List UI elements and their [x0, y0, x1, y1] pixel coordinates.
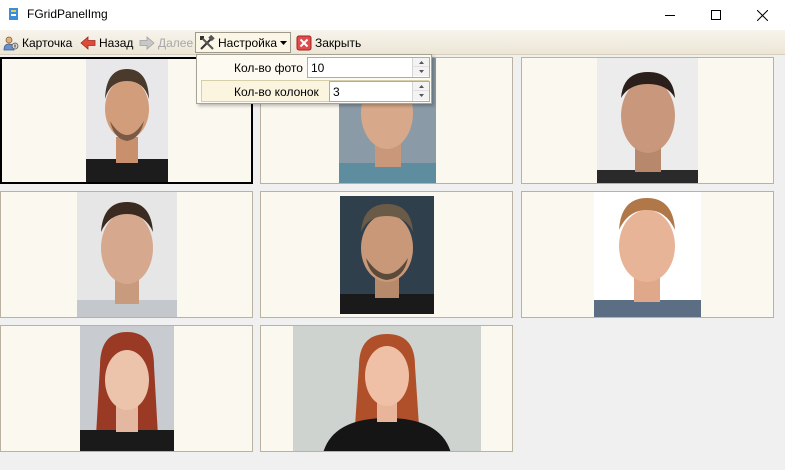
- next-button[interactable]: Далее: [139, 32, 193, 53]
- columns-row: Кол-во колонок 3: [197, 80, 431, 103]
- portrait-photo: [86, 59, 168, 182]
- close-red-icon: [296, 35, 312, 50]
- columns-label: Кол-во колонок: [234, 85, 319, 99]
- columns-spin-buttons: [412, 82, 429, 101]
- close-icon: [756, 9, 768, 21]
- maximize-icon: [711, 10, 721, 20]
- spin-down-icon: [418, 70, 424, 73]
- photo-cell[interactable]: [260, 191, 513, 318]
- photo-cell[interactable]: [0, 325, 253, 452]
- portrait-photo: [594, 192, 701, 317]
- columns-spinner[interactable]: 3: [329, 81, 430, 102]
- card-label: Карточка: [22, 35, 73, 50]
- spin-down-button[interactable]: [413, 91, 429, 100]
- portrait-photo: [597, 58, 698, 183]
- spin-up-icon: [418, 84, 424, 88]
- spin-down-icon: [418, 94, 424, 97]
- settings-button[interactable]: Настройка: [195, 32, 292, 53]
- photo-count-label: Кол-во фото: [234, 61, 303, 75]
- user-card-icon: [3, 36, 19, 50]
- photo-count-spinner[interactable]: 10: [307, 57, 430, 78]
- photo-cell[interactable]: [260, 325, 513, 452]
- portrait-photo: [80, 326, 174, 451]
- photo-cell[interactable]: [0, 191, 253, 318]
- toolbar: Карточка Назад Далее Настройка Закрыть: [0, 30, 785, 55]
- card-button[interactable]: Карточка: [3, 32, 72, 53]
- spin-up-button[interactable]: [413, 82, 429, 91]
- settings-dropdown: Кол-во фото 10 Кол-во колонок 3: [196, 54, 432, 104]
- portrait-photo: [340, 196, 434, 314]
- photo-count-row: Кол-во фото 10: [197, 56, 431, 79]
- title-bar: FGridPanelImg: [0, 0, 785, 30]
- app-icon: [9, 8, 18, 20]
- spin-down-button[interactable]: [413, 67, 429, 76]
- tools-icon: [200, 34, 215, 50]
- close-window-button[interactable]: [739, 0, 785, 30]
- maximize-button[interactable]: [693, 0, 739, 30]
- back-button[interactable]: Назад: [80, 32, 133, 53]
- spin-up-button[interactable]: [413, 58, 429, 67]
- arrow-left-icon: [80, 35, 96, 50]
- photo-cell[interactable]: [521, 57, 774, 184]
- photo-count-value[interactable]: 10: [311, 61, 324, 75]
- photo-count-spin-buttons: [412, 58, 429, 77]
- photo-cell[interactable]: [521, 191, 774, 318]
- portrait-photo: [77, 192, 177, 317]
- spin-up-icon: [418, 60, 424, 64]
- close-button[interactable]: Закрыть: [296, 32, 361, 53]
- minimize-icon: [665, 15, 675, 16]
- columns-value[interactable]: 3: [333, 85, 340, 99]
- arrow-right-icon: [139, 35, 155, 50]
- window-title: FGridPanelImg: [27, 7, 108, 21]
- back-label: Назад: [99, 35, 134, 50]
- portrait-photo: [293, 326, 481, 451]
- settings-label: Настройка: [218, 35, 278, 50]
- close-label: Закрыть: [315, 35, 362, 50]
- minimize-button[interactable]: [647, 0, 693, 30]
- next-label: Далее: [158, 35, 194, 50]
- chevron-down-icon: [280, 40, 288, 45]
